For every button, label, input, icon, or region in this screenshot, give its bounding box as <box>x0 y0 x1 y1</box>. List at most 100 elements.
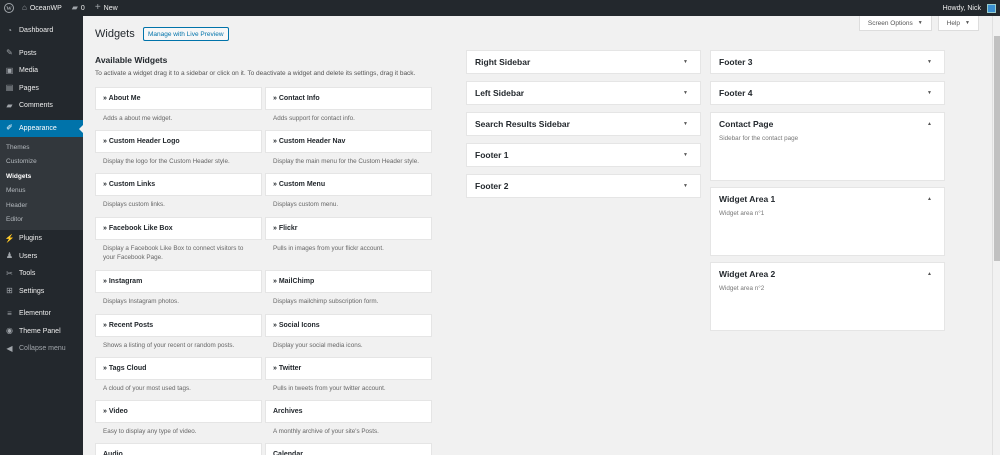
widget-title[interactable]: » MailChimp <box>265 270 432 293</box>
expand-arrow-icon[interactable]: ▼ <box>927 90 932 96</box>
widget-title[interactable]: » Custom Header Logo <box>95 130 262 153</box>
sidebar-item-users[interactable]: ♟ Users <box>0 248 83 266</box>
widget-title[interactable]: » Recent Posts <box>95 314 262 337</box>
widget-area-title: Search Results Sidebar <box>475 119 570 129</box>
sidebar-item-theme-panel[interactable]: ◉ Theme Panel <box>0 323 83 341</box>
widget-area-footer-4[interactable]: Footer 4 ▼ <box>710 81 945 105</box>
widget-area-left-sidebar[interactable]: Left Sidebar ▼ <box>466 81 701 105</box>
sidebar-item-label: Theme Panel <box>19 327 61 335</box>
available-widgets-description: To activate a widget drag it to a sideba… <box>95 70 416 77</box>
sidebar-item-label: Users <box>19 252 38 260</box>
expand-arrow-icon[interactable]: ▼ <box>927 59 932 65</box>
widget-area-footer-1[interactable]: Footer 1 ▼ <box>466 143 701 167</box>
widget-area-title: Footer 1 <box>475 150 509 160</box>
widget-title[interactable]: » Custom Header Nav <box>265 130 432 153</box>
sidebar-item-settings[interactable]: ⊞ Settings <box>0 283 83 301</box>
collapse-arrow-icon[interactable]: ▲ <box>927 196 932 202</box>
widget-area-contact-page[interactable]: Contact Page ▲ Sidebar for the contact pa… <box>710 112 945 181</box>
widget-title[interactable]: Audio <box>95 443 262 455</box>
sidebar-item-appearance[interactable]: ✐ Appearance <box>0 119 83 137</box>
widget-title[interactable]: » Tags Cloud <box>95 357 262 380</box>
sidebar-item-posts[interactable]: ✎ Posts <box>0 45 83 63</box>
sidebar-item-pages[interactable]: ▤ Pages <box>0 80 83 98</box>
widget-title[interactable]: » Custom Menu <box>265 173 432 196</box>
my-account-link[interactable]: Howdy, Nick <box>938 0 1000 16</box>
scrollbar-thumb[interactable] <box>994 36 1000 261</box>
widget-item[interactable]: » Facebook Like Box Display a Facebook L… <box>95 217 262 270</box>
submenu-item-editor[interactable]: Editor <box>0 213 83 228</box>
expand-arrow-icon[interactable]: ▼ <box>683 152 688 158</box>
new-content-link[interactable]: + New <box>90 0 123 16</box>
widget-item[interactable]: » Custom Links Displays custom links. <box>95 173 262 217</box>
widget-description: Displays custom menu. <box>273 201 339 208</box>
widget-title[interactable]: Calendar <box>265 443 432 455</box>
widget-title[interactable]: » Twitter <box>265 357 432 380</box>
submenu-item-menus[interactable]: Menus <box>0 184 83 199</box>
widget-title[interactable]: » Flickr <box>265 217 432 240</box>
expand-arrow-icon[interactable]: ▼ <box>683 183 688 189</box>
widget-area-1[interactable]: Widget Area 1 ▲ Widget area n°1 <box>710 187 945 256</box>
expand-arrow-icon[interactable]: ▼ <box>683 121 688 127</box>
widget-area-right-sidebar[interactable]: Right Sidebar ▼ <box>466 50 701 74</box>
expand-arrow-icon[interactable]: ▼ <box>683 59 688 65</box>
widget-title[interactable]: » About Me <box>95 87 262 110</box>
page-scrollbar[interactable] <box>992 16 1000 455</box>
widget-item[interactable]: Archives A monthly archive of your site'… <box>265 400 432 443</box>
submenu-item-themes[interactable]: Themes <box>0 140 83 155</box>
widget-title[interactable]: » Instagram <box>95 270 262 293</box>
widget-title[interactable]: » Contact Info <box>265 87 432 110</box>
widget-item[interactable]: » Recent Posts Shows a listing of your r… <box>95 314 262 357</box>
widget-title[interactable]: » Custom Links <box>95 173 262 196</box>
widget-title[interactable]: » Facebook Like Box <box>95 217 262 240</box>
sidebar-item-elementor[interactable]: ≡ Elementor <box>0 305 83 323</box>
widget-item[interactable]: » MailChimp Displays mailchimp subscript… <box>265 270 432 314</box>
collapse-arrow-icon[interactable]: ▲ <box>927 271 932 277</box>
sidebar-item-label: Elementor <box>19 310 51 318</box>
sidebar-item-tools[interactable]: ✂ Tools <box>0 265 83 283</box>
sidebar-item-label: Dashboard <box>19 27 54 35</box>
widget-item[interactable]: » Tags Cloud A cloud of your most used t… <box>95 357 262 400</box>
sidebar-item-label: Posts <box>19 49 37 57</box>
live-preview-button[interactable]: Manage with Live Preview <box>143 27 229 41</box>
widget-description: Displays Instagram photos. <box>103 298 179 305</box>
widget-item[interactable]: » Custom Header Logo Display the logo fo… <box>95 130 262 173</box>
widget-item[interactable]: » Social Icons Display your social media… <box>265 314 432 357</box>
sidebar-item-comments[interactable]: ▰ Comments <box>0 97 83 115</box>
wordpress-logo-icon[interactable]: W <box>0 0 17 16</box>
widget-item[interactable]: » Twitter Pulls in tweets from your twit… <box>265 357 432 400</box>
widget-item[interactable]: Calendar <box>265 443 432 455</box>
site-name-link[interactable]: ⌂ OceanWP <box>17 0 67 16</box>
widget-title[interactable]: » Video <box>95 400 262 423</box>
sidebar-item-collapse[interactable]: ◀ Collapse menu <box>0 340 83 358</box>
widget-area-footer-3[interactable]: Footer 3 ▼ <box>710 50 945 74</box>
submenu-item-header[interactable]: Header <box>0 198 83 213</box>
sidebar-item-media[interactable]: ▣ Media <box>0 62 83 80</box>
comment-bubble-icon: ▰ <box>71 3 78 12</box>
sidebar-item-plugins[interactable]: ⚡ Plugins <box>0 230 83 248</box>
widget-item[interactable]: » Video Easy to display any type of vide… <box>95 400 262 443</box>
sidebar-item-label: Plugins <box>19 235 42 243</box>
widget-item[interactable]: Audio <box>95 443 262 455</box>
widget-title[interactable]: » Social Icons <box>265 314 432 337</box>
widget-item[interactable]: » Contact Info Adds support for contact … <box>265 87 432 130</box>
widget-item[interactable]: » Custom Menu Displays custom menu. <box>265 173 432 217</box>
comments-link[interactable]: ▰ 0 <box>67 0 90 16</box>
widget-item[interactable]: » Flickr Pulls in images from your flick… <box>265 217 432 270</box>
widget-area-title: Footer 4 <box>719 88 753 98</box>
widget-item[interactable]: » Instagram Displays Instagram photos. <box>95 270 262 314</box>
widget-area-2[interactable]: Widget Area 2 ▲ Widget area n°2 <box>710 262 945 331</box>
wrench-icon: ✂ <box>6 268 13 278</box>
expand-arrow-icon[interactable]: ▼ <box>683 90 688 96</box>
widget-area-footer-2[interactable]: Footer 2 ▼ <box>466 174 701 198</box>
submenu-item-customize[interactable]: Customize <box>0 155 83 170</box>
widget-title[interactable]: Archives <box>265 400 432 423</box>
sidebar-item-dashboard[interactable]: ◔ Dashboard <box>0 22 83 40</box>
widget-item[interactable]: » About Me Adds a about me widget. <box>95 87 262 130</box>
collapse-arrow-icon[interactable]: ▲ <box>927 121 932 127</box>
screen-options-button[interactable]: Screen Options ▼ <box>858 16 932 31</box>
submenu-item-widgets[interactable]: Widgets <box>0 169 83 184</box>
widget-area-search-results[interactable]: Search Results Sidebar ▼ <box>466 112 701 136</box>
widget-item[interactable]: » Custom Header Nav Display the main men… <box>265 130 432 173</box>
help-button[interactable]: Help ▼ <box>937 16 979 31</box>
widget-area-title: Widget Area 2 <box>719 269 776 279</box>
